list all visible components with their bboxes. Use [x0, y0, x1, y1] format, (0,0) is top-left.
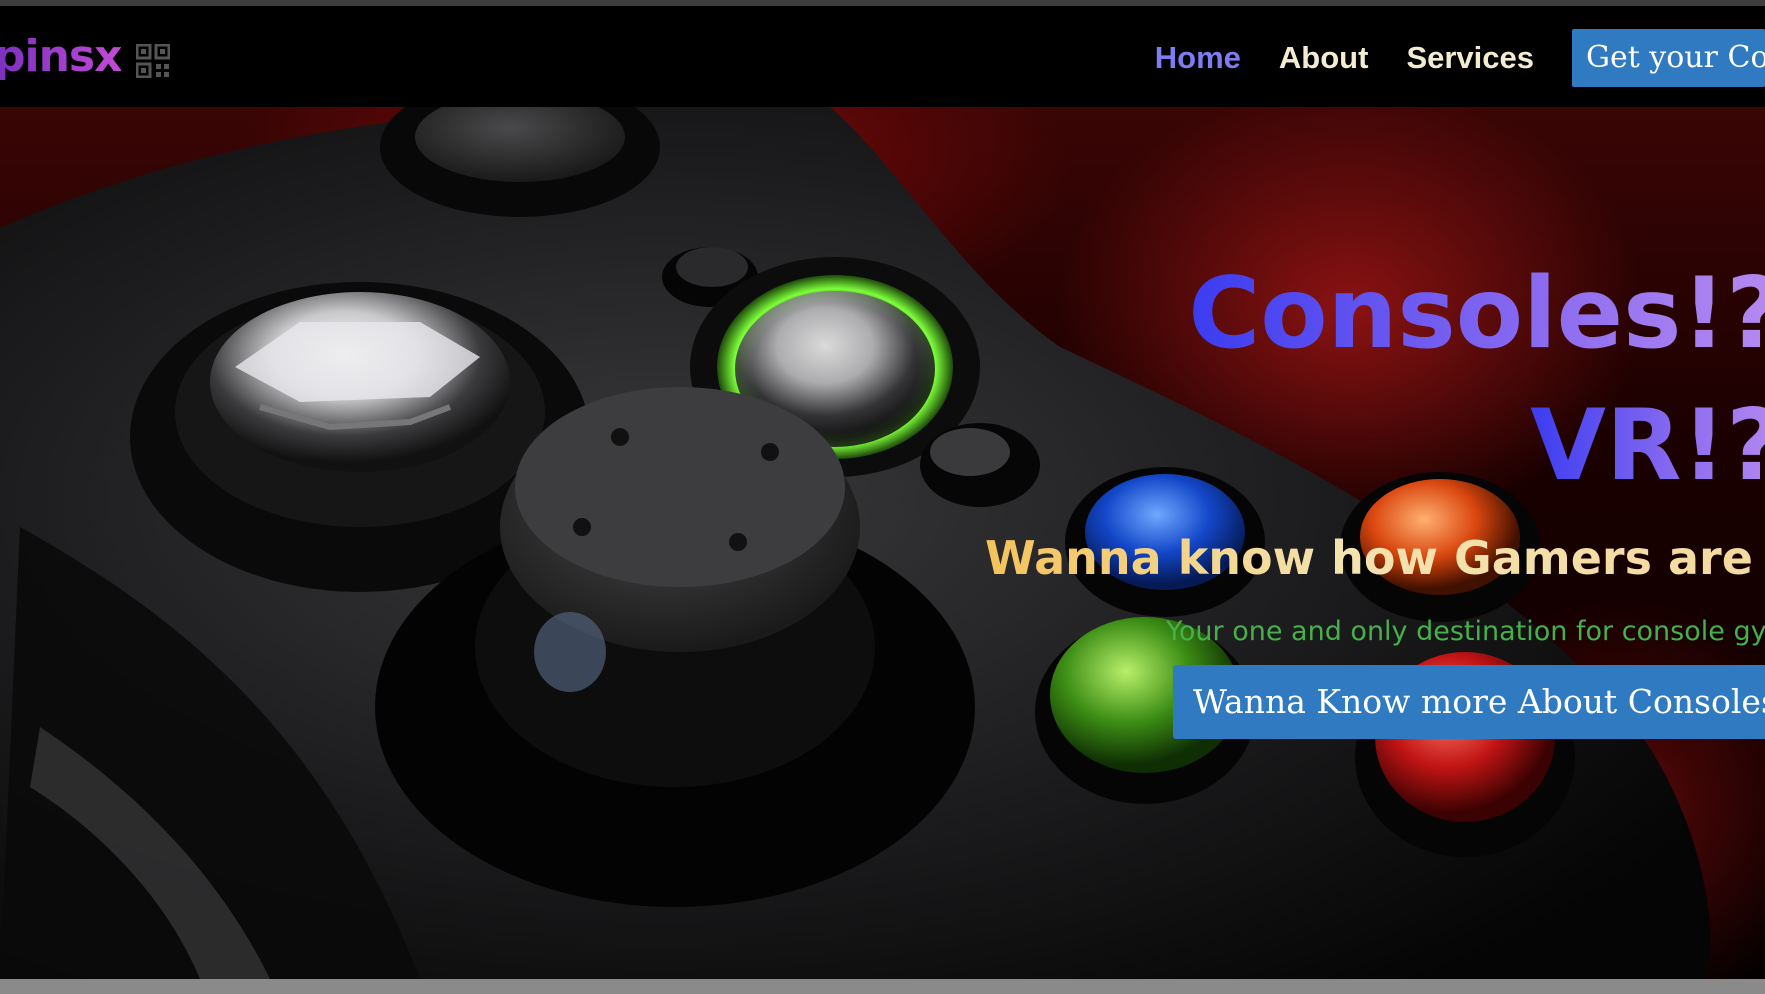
hero-title-consoles: Consoles!? — [1188, 259, 1765, 369]
page: pinsx Home About Services Get your Cons — [0, 0, 1765, 994]
hero-title-vr: VR!? — [1530, 391, 1765, 501]
navbar: pinsx Home About Services Get your Cons — [0, 6, 1765, 107]
nav-item-services[interactable]: Services — [1406, 40, 1534, 76]
get-console-button[interactable]: Get your Cons — [1572, 29, 1765, 87]
learn-more-consoles-button[interactable]: Wanna Know more About Consoles! — [1173, 665, 1765, 739]
nav-item-about[interactable]: About — [1279, 40, 1369, 76]
qr-code-icon — [136, 44, 170, 78]
bottom-scroll-edge — [0, 979, 1765, 994]
hero-section: Consoles!? VR!? Wanna know how Gamers ar… — [0, 107, 1765, 979]
nav-item-home[interactable]: Home — [1155, 40, 1241, 76]
main-nav: Home About Services Get your Cons — [1155, 26, 1765, 90]
hero-subtitle: Wanna know how Gamers are mad — [985, 530, 1765, 586]
hero-tagline: Your one and only destination for consol… — [1166, 616, 1765, 647]
brand-logo[interactable]: pinsx — [0, 30, 122, 84]
